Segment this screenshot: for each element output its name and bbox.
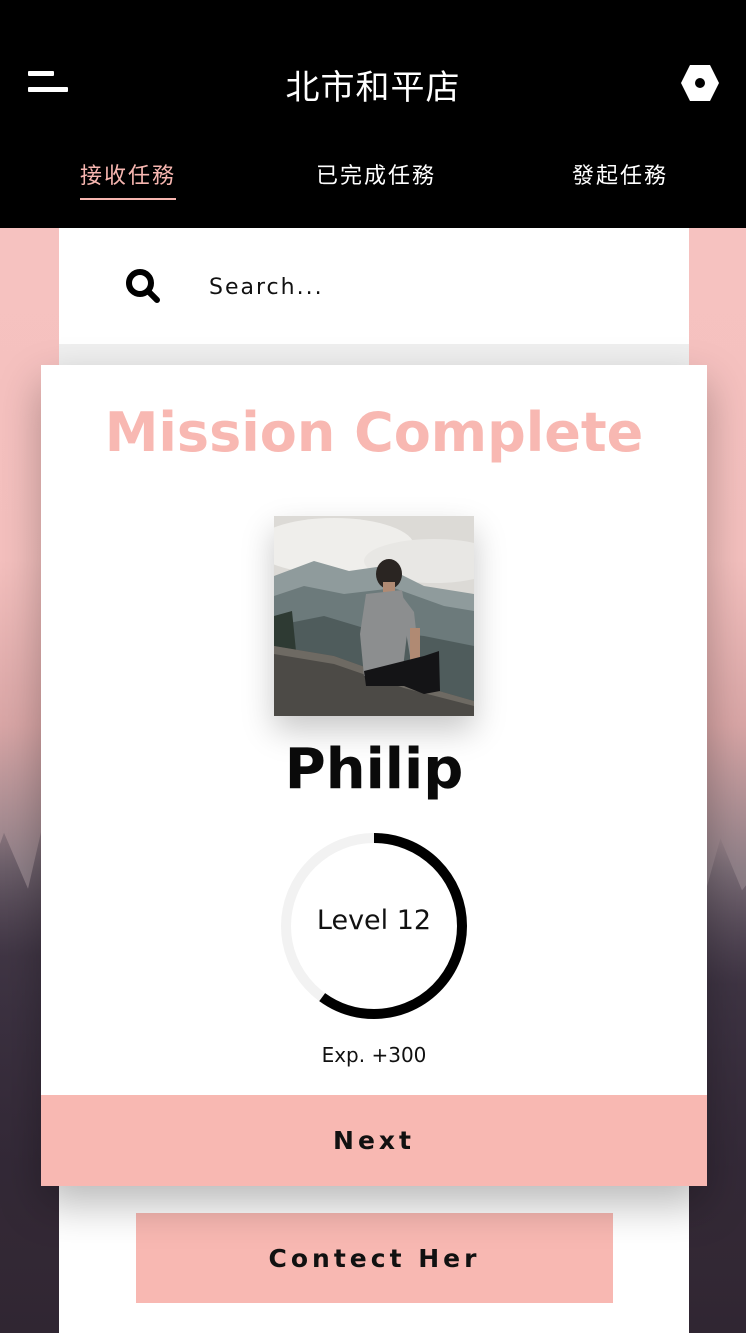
search-bar <box>59 228 689 344</box>
avatar <box>274 516 474 716</box>
avatar-photo <box>274 516 474 716</box>
search-icon-svg <box>126 269 160 303</box>
next-button[interactable]: Next <box>41 1095 707 1186</box>
page-title: 北市和平店 <box>285 68 461 108</box>
tab-completed-missions[interactable]: 已完成任務 <box>316 158 436 190</box>
mission-complete-modal: Mission Complete Philip Level 12 Exp. +3… <box>41 365 707 1186</box>
search-icon[interactable] <box>125 268 161 304</box>
contact-her-button[interactable]: Contect Her <box>136 1213 613 1303</box>
tab-create-mission[interactable]: 發起任務 <box>572 158 668 190</box>
user-name: Philip <box>284 737 464 802</box>
panel-divider <box>59 344 689 366</box>
level-label: Level 12 <box>316 905 432 936</box>
tab-bar: 接收任務 已完成任務 發起任務 <box>0 150 746 200</box>
settings-hex-icon-svg <box>681 65 719 101</box>
exp-label: Exp. +300 <box>321 1043 427 1067</box>
settings-hex-icon[interactable] <box>680 64 720 102</box>
top-bar: 北市和平店 接收任務 已完成任務 發起任務 <box>0 0 746 228</box>
tab-received-missions[interactable]: 接收任務 <box>80 158 177 200</box>
modal-title: Mission Complete <box>104 401 644 464</box>
search-input[interactable] <box>209 268 629 306</box>
